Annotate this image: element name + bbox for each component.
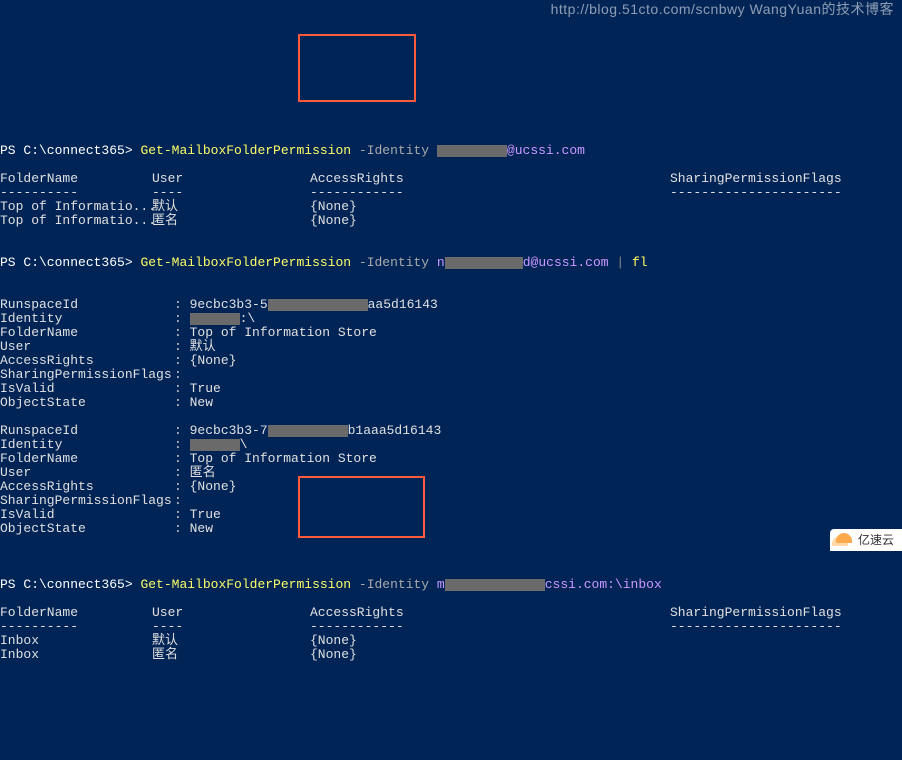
redacted: [445, 579, 545, 591]
col-user: User: [152, 606, 310, 620]
pipe: |: [616, 255, 624, 270]
fl-key: IsValid: [0, 382, 174, 396]
terminal-output: PS C:\connect365> Get-MailboxFolderPermi…: [0, 130, 902, 662]
table-row: {None}: [310, 648, 670, 662]
col-folder: FolderName: [0, 172, 152, 186]
fl-val: 9ecbc3b3-5: [190, 297, 268, 312]
redacted: [437, 145, 507, 157]
sep: ----------------------: [670, 186, 842, 200]
table-row: 默认: [152, 634, 310, 648]
cmdlet: Get-MailboxFolderPermission: [140, 577, 351, 592]
col-user: User: [152, 172, 310, 186]
sep: ----: [152, 186, 310, 200]
table-row: {None}: [310, 634, 670, 648]
prompt: PS C:\connect365>: [0, 143, 133, 158]
col-flags: SharingPermissionFlags: [670, 172, 842, 186]
identity-value: @ucssi.com: [507, 143, 585, 158]
sep: ----------: [0, 620, 152, 634]
fl-val: Top of Information Store: [190, 451, 377, 466]
fl-key: SharingPermissionFlags: [0, 368, 174, 382]
redacted: [268, 425, 348, 437]
fl-val: \: [240, 437, 248, 452]
cmdlet: fl: [632, 255, 648, 270]
col-folder: FolderName: [0, 606, 152, 620]
fl-val: {None}: [190, 353, 237, 368]
fl-val: Top of Information Store: [190, 325, 377, 340]
prompt: PS C:\connect365>: [0, 255, 133, 270]
fl-val: 9ecbc3b3-7: [190, 423, 268, 438]
fl-key: SharingPermissionFlags: [0, 494, 174, 508]
redacted: [268, 299, 368, 311]
redacted: [190, 313, 240, 325]
sep: ------------: [310, 186, 670, 200]
fl-val: True: [190, 381, 221, 396]
sep: ----------------------: [670, 620, 842, 634]
sep: ----: [152, 620, 310, 634]
fl-val: aa5d16143: [368, 297, 438, 312]
table-row: {None}: [310, 214, 670, 228]
fl-val: New: [190, 395, 213, 410]
table-row: Inbox: [0, 648, 152, 662]
fl-key: ObjectState: [0, 522, 174, 536]
table-row: {None}: [310, 200, 670, 214]
fl-val: {None}: [190, 479, 237, 494]
fl-key: AccessRights: [0, 480, 174, 494]
param: -Identity: [359, 143, 429, 158]
param: -Identity: [359, 255, 429, 270]
cmdlet: Get-MailboxFolderPermission: [140, 255, 351, 270]
fl-key: User: [0, 466, 174, 480]
fl-key: ObjectState: [0, 396, 174, 410]
fl-key: RunspaceId: [0, 298, 174, 312]
highlight-box-1: [298, 34, 416, 102]
fl-val: 匿名: [190, 465, 216, 480]
watermark-text: http://blog.51cto.com/scnbwy WangYuan的技术…: [551, 2, 894, 16]
fl-key: RunspaceId: [0, 424, 174, 438]
redacted: [190, 439, 240, 451]
fl-key: Identity: [0, 438, 174, 452]
sep: ----------: [0, 186, 152, 200]
site-logo: 亿速云: [830, 529, 902, 551]
table-row: 匿名: [152, 648, 310, 662]
fl-key: FolderName: [0, 452, 174, 466]
table-row: 匿名: [152, 214, 310, 228]
fl-key: User: [0, 340, 174, 354]
identity-value: d@ucssi.com: [523, 255, 609, 270]
fl-key: FolderName: [0, 326, 174, 340]
sep: ------------: [310, 620, 670, 634]
table-row: Inbox: [0, 634, 152, 648]
identity-value: n: [437, 255, 445, 270]
fl-val: True: [190, 507, 221, 522]
prompt: PS C:\connect365>: [0, 577, 133, 592]
table-row: Top of Informatio...: [0, 200, 152, 214]
table-row: 默认: [152, 200, 310, 214]
col-rights: AccessRights: [310, 606, 670, 620]
fl-val: :\: [240, 311, 256, 326]
fl-val: b1aaa5d16143: [348, 423, 442, 438]
col-rights: AccessRights: [310, 172, 670, 186]
identity-value: m: [437, 577, 445, 592]
table-row: Top of Informatio...: [0, 214, 152, 228]
identity-value: cssi.com:\inbox: [545, 577, 662, 592]
fl-key: AccessRights: [0, 354, 174, 368]
fl-key: IsValid: [0, 508, 174, 522]
fl-val: New: [190, 521, 213, 536]
col-flags: SharingPermissionFlags: [670, 606, 842, 620]
fl-val: 默认: [190, 339, 216, 354]
param: -Identity: [359, 577, 429, 592]
fl-key: Identity: [0, 312, 174, 326]
cmdlet: Get-MailboxFolderPermission: [140, 143, 351, 158]
redacted: [445, 257, 523, 269]
